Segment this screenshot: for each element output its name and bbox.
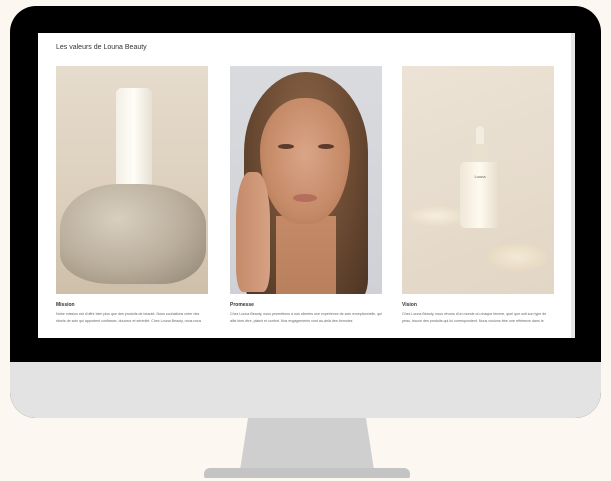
monitor-chin <box>10 362 601 418</box>
section-title: Les valeurs de Louna Beauty <box>56 44 147 51</box>
neck <box>276 216 336 294</box>
card-label: Mission <box>56 302 75 308</box>
mission-image <box>56 66 208 294</box>
left-eye <box>278 144 294 149</box>
hand <box>236 172 270 292</box>
lips <box>293 194 317 202</box>
cream-swatch <box>406 206 466 226</box>
right-eye <box>318 144 334 149</box>
card-text: Chez Louna Beauty, nous promettons à nos… <box>230 312 382 323</box>
card-promesse: Promesse Chez Louna Beauty, nous promett… <box>230 66 382 325</box>
vision-image: Louna <box>402 66 554 294</box>
scrollbar[interactable] <box>571 33 575 338</box>
serum-bottle: Louna <box>460 162 500 228</box>
card-mission: Mission Notre mission est d'offrir bien … <box>56 66 208 325</box>
stone <box>60 184 206 284</box>
cream-tube <box>116 88 152 194</box>
face <box>260 98 350 224</box>
monitor-screen: Les valeurs de Louna Beauty Mission Notr… <box>38 33 575 338</box>
cream-swatch <box>484 242 550 272</box>
bottle-neck <box>472 144 488 164</box>
card-vision: Louna Vision Chez Louna Beauty, nous rêv… <box>402 66 554 325</box>
promesse-image <box>230 66 382 294</box>
card-label: Promesse <box>230 302 254 308</box>
card-text: Notre mission est d'offrir bien plus que… <box>56 312 202 323</box>
monitor-stand-neck <box>240 418 374 470</box>
dropper-cap <box>476 126 484 146</box>
card-text: Chez Louna Beauty, nous rêvons d'un mond… <box>402 312 547 323</box>
monitor-stand-foot <box>204 468 410 478</box>
card-label: Vision <box>402 302 417 308</box>
bottle-label: Louna <box>474 174 486 179</box>
